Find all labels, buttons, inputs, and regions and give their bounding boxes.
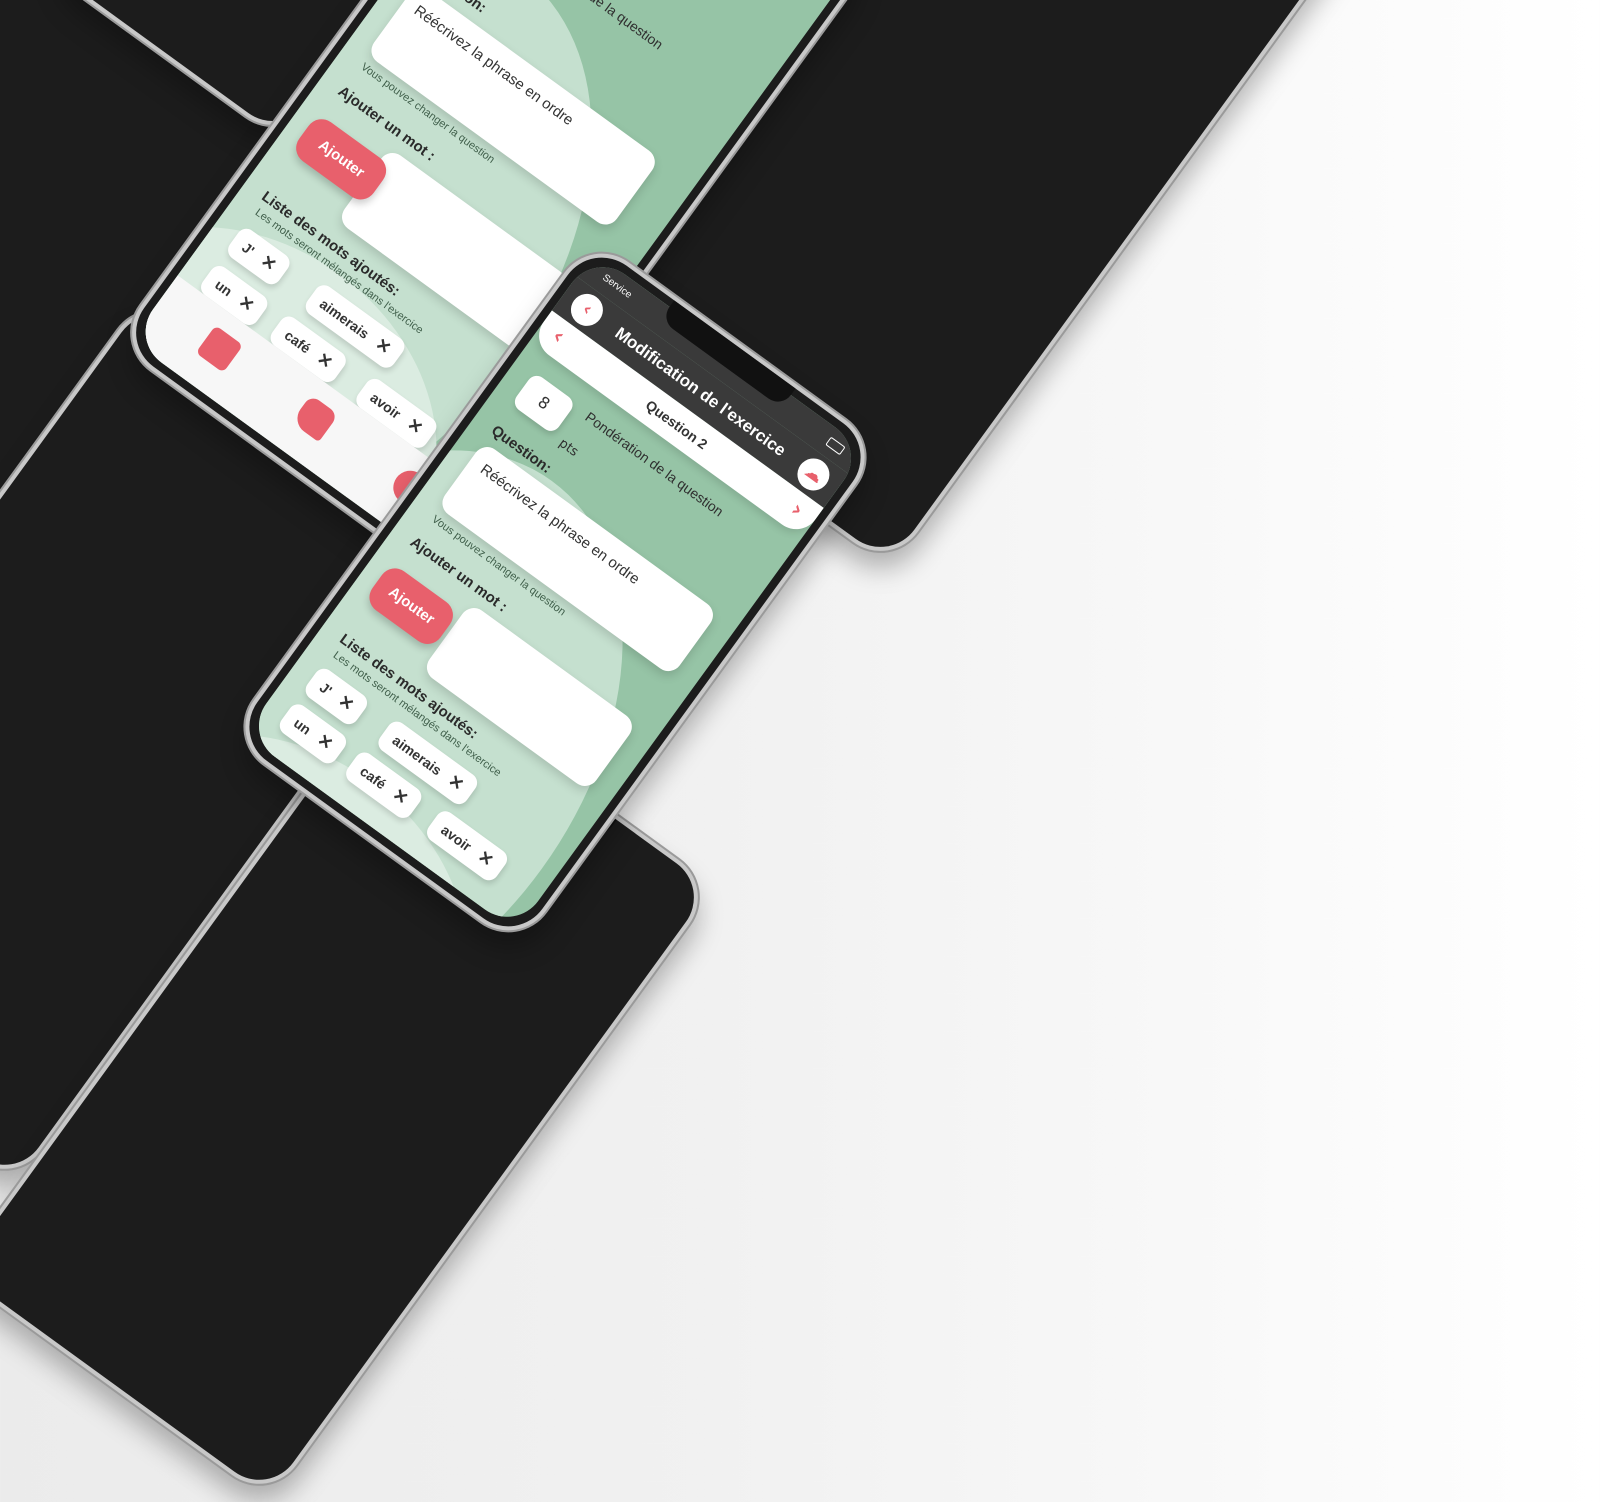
word-label: café: [357, 762, 390, 793]
close-icon[interactable]: ✕: [389, 785, 412, 809]
close-icon[interactable]: ✕: [335, 691, 358, 715]
word-label: un: [290, 714, 315, 738]
close-icon[interactable]: ✕: [445, 771, 468, 795]
cloud-save-icon: ☁: [800, 460, 828, 488]
close-icon[interactable]: ✕: [313, 349, 336, 373]
word-label: aimerais: [389, 731, 445, 779]
exercise-icon[interactable]: [291, 394, 339, 443]
word-label: avoir: [438, 821, 475, 855]
ponderation-input[interactable]: 8: [510, 371, 577, 435]
carrier-label: Service: [600, 272, 634, 301]
word-label: un: [212, 276, 236, 300]
chevron-left-icon: ‹: [578, 298, 597, 321]
calendar-icon[interactable]: [195, 325, 244, 373]
ponderation-label: Pondération de la question: [522, 0, 666, 52]
word-label: aimerais: [316, 295, 373, 342]
word-label: café: [281, 326, 314, 357]
close-icon[interactable]: ✕: [314, 730, 337, 754]
battery-icon: [825, 436, 846, 456]
points-unit: pts: [555, 435, 581, 460]
close-icon[interactable]: ✕: [235, 292, 258, 316]
word-label: J': [316, 679, 336, 699]
close-icon[interactable]: ✕: [257, 251, 280, 275]
word-chip: avoir✕: [423, 807, 511, 885]
close-icon[interactable]: ✕: [404, 414, 427, 438]
word-label: J': [239, 239, 258, 259]
close-icon[interactable]: ✕: [372, 334, 395, 358]
close-icon[interactable]: ✕: [474, 847, 497, 871]
